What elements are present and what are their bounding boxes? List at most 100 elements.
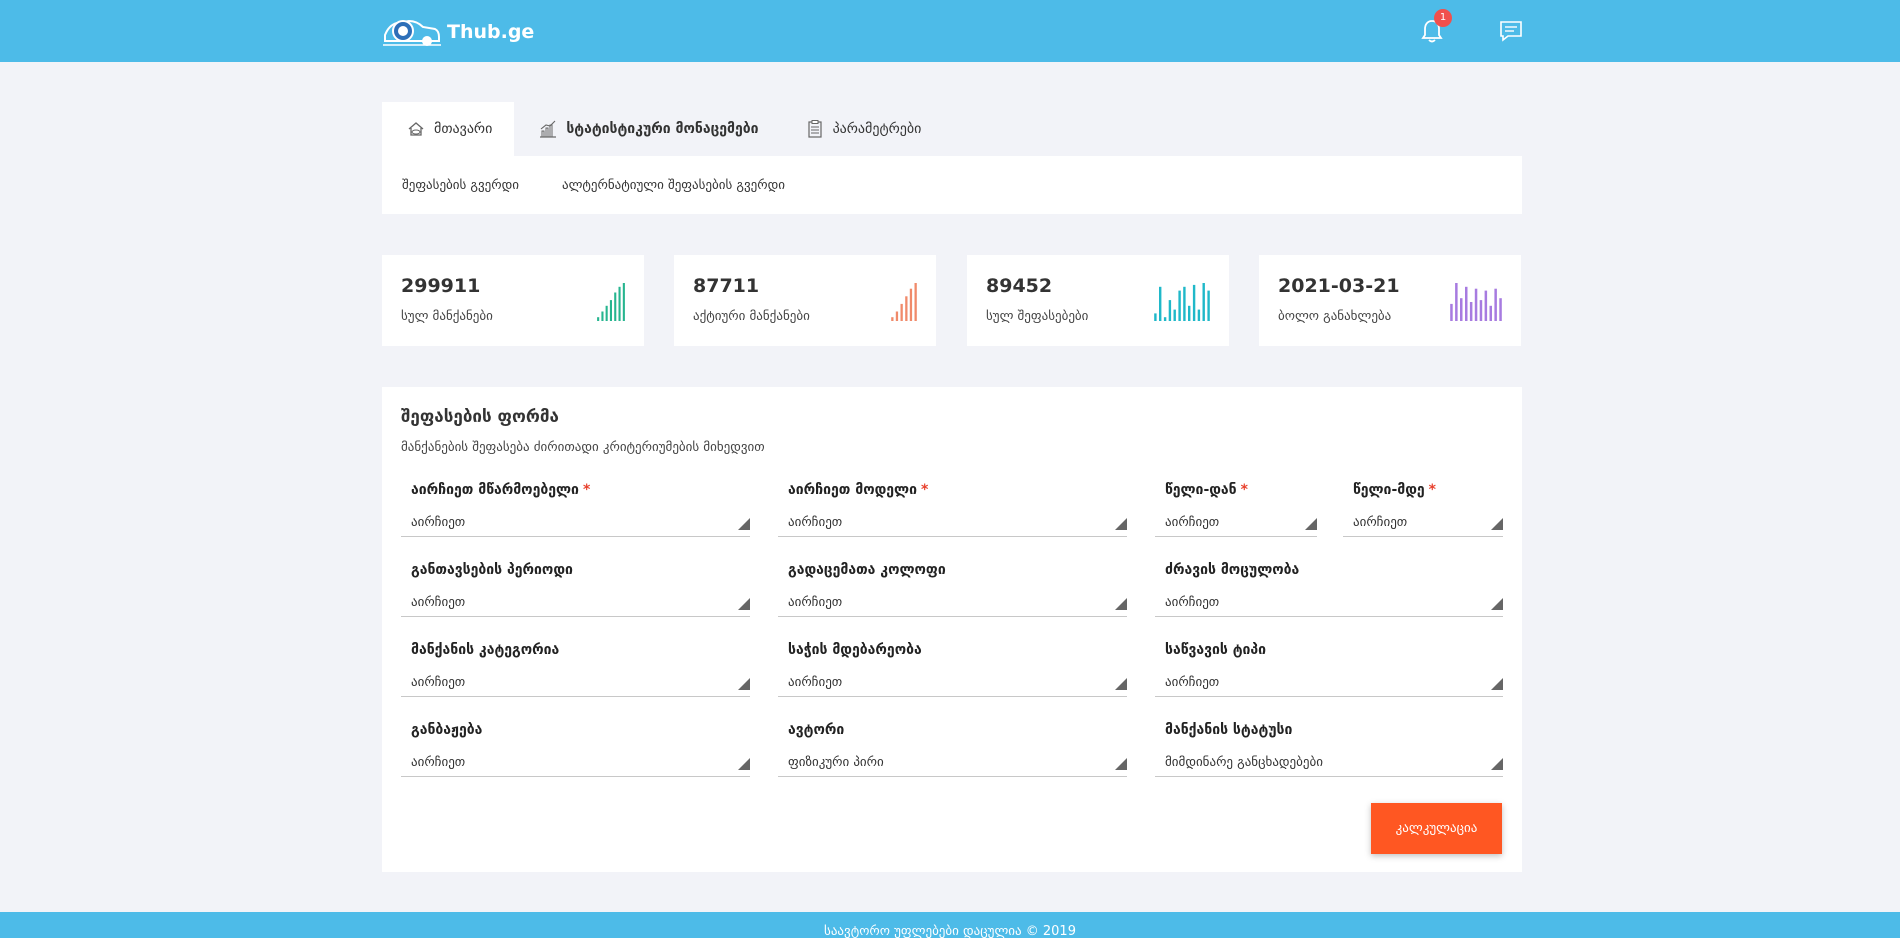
stat-card-active-cars: 87711 აქტიური მანქანები [674,255,936,346]
dropdown-arrow-icon [1491,758,1503,770]
mini-bar [900,303,903,321]
dropdown-arrow-icon [1115,518,1127,530]
tab-statistics[interactable]: სტატისტიკური მონაცემები [514,102,780,156]
stat-value: 2021-03-21 [1278,275,1400,297]
mini-bar [1469,302,1473,321]
mini-bar [597,317,600,321]
tab-label: მთავარი [434,121,493,137]
mini-bar [1484,290,1488,321]
mini-bar [1479,300,1483,321]
mini-bar [609,300,612,321]
tab-label: პარამეტრები [832,121,922,137]
mini-bar [1465,286,1468,321]
field-model: აირჩიეთ მოდელი * აირჩიეთ [778,482,1127,538]
car-logo-icon [383,19,441,46]
mini-bar-chart-icon [1154,283,1210,321]
mini-bar [1207,290,1210,321]
stat-card-total-cars: 299911 სულ მანქანები [382,255,644,346]
chart-icon [538,119,558,139]
field-fuel-type: საწვავის ტიპი აირჩიეთ [1155,642,1503,698]
stat-value: 89452 [986,275,1053,297]
car-status-select[interactable]: მიმდინარე განცხადებები [1155,748,1503,777]
mini-bar [1474,288,1478,321]
field-author: ავტორი ფიზიკური პირი [778,722,1127,778]
dropdown-arrow-icon [1115,678,1127,690]
dropdown-arrow-icon [738,758,750,770]
car-category-select[interactable]: აირჩიეთ [401,668,750,697]
gearbox-select[interactable]: აირჩიეთ [778,588,1127,617]
chat-icon[interactable] [1499,20,1523,42]
dropdown-arrow-icon [1115,598,1127,610]
mini-bar [1494,288,1497,321]
dropdown-arrow-icon [738,678,750,690]
mini-bar [891,317,894,321]
field-year-to: წელი-მდე * აირჩიეთ [1343,482,1503,538]
manufacturer-select[interactable]: აირჩიეთ [401,508,750,537]
stat-label: აქტიური მანქანები [693,309,810,324]
mini-bar-chart-icon [891,283,917,321]
field-car-status: მანქანის სტატუსი მიმდინარე განცხადებები [1155,722,1503,778]
subtab-evaluation-page[interactable]: შეფასების გვერდი [402,178,519,193]
required-mark: * [1240,482,1248,498]
required-mark: * [920,482,929,498]
field-label: აირჩიეთ მწარმოებელი * [411,482,591,498]
fuel-type-select[interactable]: აირჩიეთ [1155,668,1503,697]
mini-bar [1489,305,1492,321]
engine-volume-select[interactable]: აირჩიეთ [1155,588,1503,617]
mini-bar [1159,286,1162,321]
field-manufacturer: აირჩიეთ მწარმოებელი * აირჩიეთ [401,482,750,538]
dropdown-arrow-icon [1305,518,1317,530]
mini-bar-chart-icon [597,283,625,321]
subtab-alternative-evaluation-page[interactable]: ალტერნატიული შეფასების გვერდი [562,178,785,193]
calculate-button[interactable]: კალკულაცია [1371,803,1502,854]
field-label: განბაჟება [411,722,483,738]
customs-clearance-select[interactable]: აირჩიეთ [401,748,750,777]
field-listing-period: განთავსების პერიოდი აირჩიეთ [401,562,750,618]
evaluation-form: შეფასების ფორმა მანქანების შეფასება ძირი… [382,387,1522,872]
dropdown-arrow-icon [1491,518,1503,530]
mini-bar [1178,290,1181,321]
required-mark: * [582,482,591,498]
field-label: საჭის მდებარეობა [788,642,922,658]
mini-bar [1163,317,1167,321]
mini-bar [1192,284,1196,321]
field-label: ავტორი [788,722,845,738]
mini-bar [1154,313,1157,321]
mini-bar [618,286,621,321]
field-label: ძრავის მოცულობა [1165,562,1300,578]
field-label: აირჩიეთ მოდელი * [788,482,929,498]
logo[interactable]: Thub.ge [383,14,534,50]
clipboard-icon [805,119,825,139]
mini-bar [1455,283,1458,321]
dropdown-arrow-icon [1491,598,1503,610]
field-label: წელი-დან * [1165,482,1248,498]
footer: საავტორო უფლებები დაცულია © 2019 [0,912,1900,938]
mini-bar [622,283,625,321]
steering-position-select[interactable]: აირჩიეთ [778,668,1127,697]
model-select[interactable]: აირჩიეთ [778,508,1127,537]
year-to-select[interactable]: აირჩიეთ [1343,508,1503,537]
field-label: გადაცემათა კოლოფი [788,562,946,578]
field-customs-clearance: განბაჟება აირჩიეთ [401,722,750,778]
mini-bar [1202,283,1205,321]
notification-badge: 1 [1434,9,1452,27]
field-label: საწვავის ტიპი [1165,642,1267,658]
field-label: წელი-მდე * [1353,482,1436,498]
mini-bar [1188,305,1191,321]
year-from-select[interactable]: აირჩიეთ [1155,508,1317,537]
form-subtitle: მანქანების შეფასება ძირითადი კრიტერიუმებ… [401,440,765,455]
top-navbar: Thub.ge 1 [0,0,1900,62]
field-car-category: მანქანის კატეგორია აირჩიეთ [401,642,750,698]
mini-bar [1460,298,1463,321]
stat-card-last-update: 2021-03-21 ბოლო განახლება [1259,255,1521,346]
home-icon [406,119,426,139]
tab-home[interactable]: მთავარი [382,102,515,156]
mini-bar [1168,300,1172,321]
author-select[interactable]: ფიზიკური პირი [778,748,1127,777]
mini-bar [601,311,604,321]
mini-bar [905,296,908,321]
dropdown-arrow-icon [1491,678,1503,690]
listing-period-select[interactable]: აირჩიეთ [401,588,750,617]
dropdown-arrow-icon [738,518,750,530]
tab-parameters[interactable]: პარამეტრები [781,102,944,156]
